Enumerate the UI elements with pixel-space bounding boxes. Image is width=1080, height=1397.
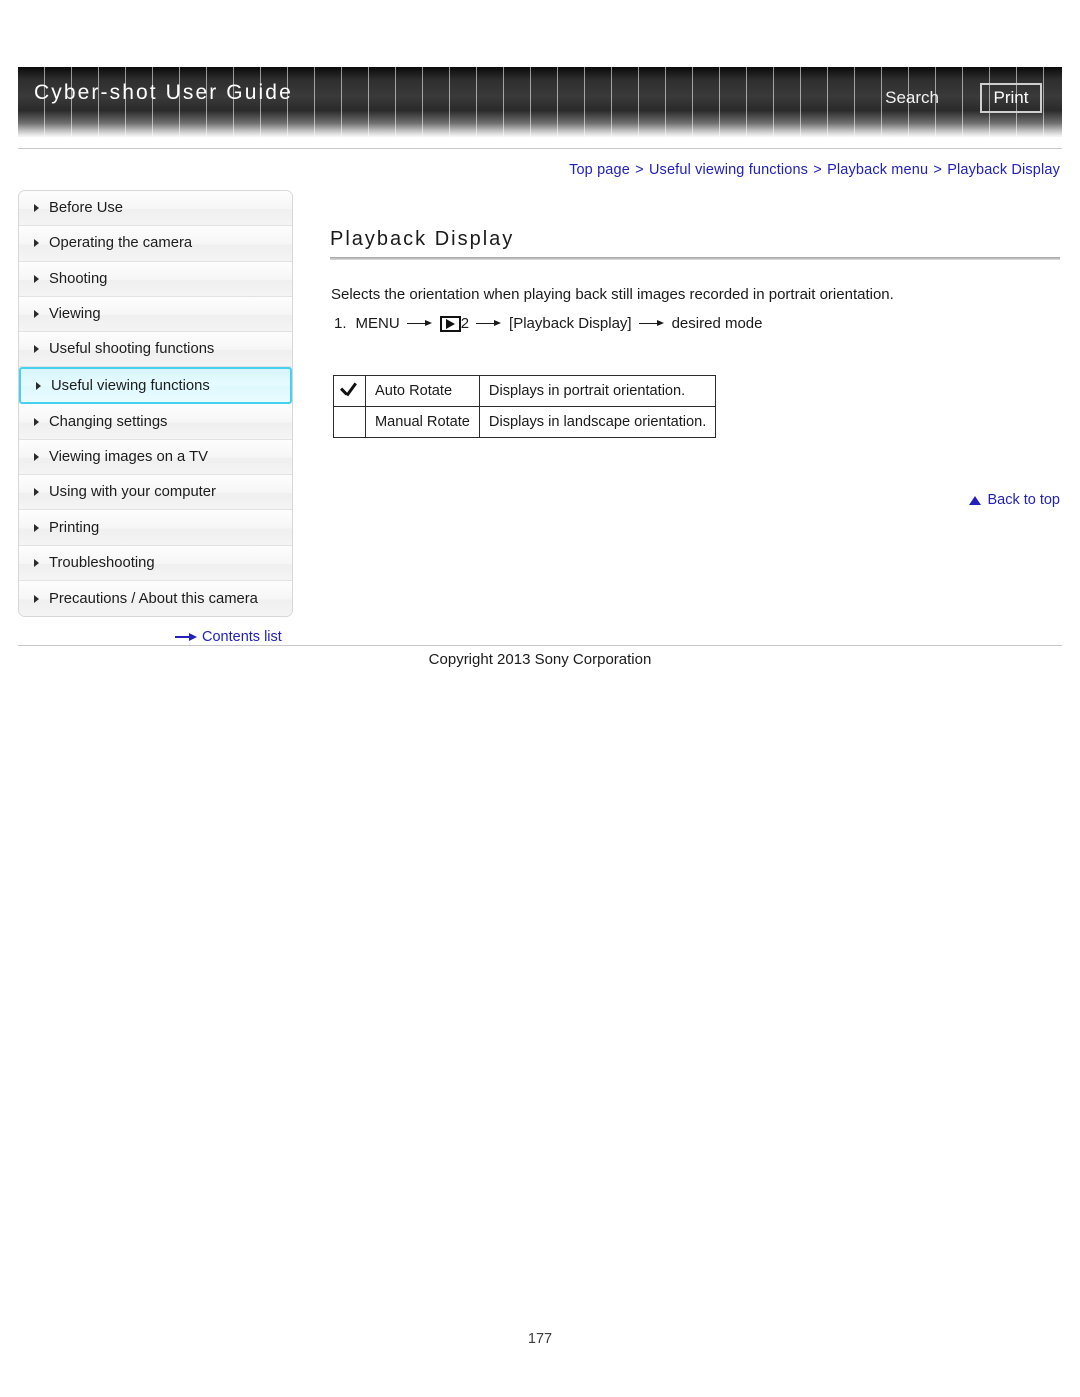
- sidebar-item-label: Useful shooting functions: [49, 341, 215, 358]
- sidebar-item-label: Viewing images on a TV: [49, 448, 209, 465]
- triangle-right-icon: [34, 239, 39, 248]
- header-divider: [18, 148, 1062, 149]
- sidebar-item-precautions-about-this-camera[interactable]: Precautions / About this camera: [19, 580, 292, 617]
- triangle-right-icon: [34, 204, 39, 213]
- triangle-up-icon: [969, 495, 982, 505]
- selected-marker-cell: [333, 406, 366, 438]
- option-name-cell: Manual Rotate: [365, 406, 480, 438]
- check-icon: [340, 381, 359, 397]
- breadcrumb-separator: >: [635, 162, 644, 178]
- triangle-right-icon: [34, 594, 39, 603]
- breadcrumb-item-top-page[interactable]: Top page: [569, 162, 630, 178]
- arrow-right-icon: [476, 319, 502, 329]
- tab-number: 2: [460, 315, 470, 332]
- search-button[interactable]: Search: [885, 88, 939, 108]
- sidebar-item-label: Printing: [49, 519, 100, 536]
- table-row: Auto Rotate Displays in portrait orienta…: [333, 375, 717, 407]
- sidebar-item-shooting[interactable]: Shooting: [19, 261, 292, 297]
- site-title: Cyber-shot User Guide: [34, 81, 293, 104]
- sidebar-item-label: Changing settings: [49, 413, 168, 430]
- triangle-right-icon: [34, 274, 39, 283]
- option-name-cell: Auto Rotate: [365, 375, 480, 407]
- contents-list-link[interactable]: Contents list: [175, 629, 282, 645]
- setting-label: [Playback Display]: [509, 315, 632, 332]
- triangle-right-icon: [34, 452, 39, 461]
- page-number: 177: [527, 1331, 553, 1347]
- back-to-top-link[interactable]: Back to top: [969, 492, 1060, 508]
- sidebar-item-operating-the-camera[interactable]: Operating the camera: [19, 226, 292, 262]
- breadcrumb-item-playback-menu[interactable]: Playback menu: [827, 162, 928, 178]
- footer-divider: [18, 645, 1062, 646]
- sidebar-item-troubleshooting[interactable]: Troubleshooting: [19, 545, 292, 581]
- site-header: Cyber-shot User Guide Search Print: [18, 67, 1062, 137]
- sidebar-item-using-with-your-computer[interactable]: Using with your computer: [19, 475, 292, 511]
- sidebar-navigation: Before Use Operating the camera Shooting…: [18, 190, 293, 618]
- step-number: 1.: [334, 315, 347, 332]
- page-title: Playback Display: [330, 228, 515, 250]
- triangle-right-icon: [34, 417, 39, 426]
- sidebar-item-viewing[interactable]: Viewing: [19, 296, 292, 333]
- breadcrumb-item-playback-display: Playback Display: [947, 162, 1060, 178]
- sidebar-item-viewing-images-on-a-tv[interactable]: Viewing images on a TV: [19, 439, 292, 476]
- triangle-right-icon: [34, 310, 39, 319]
- sidebar-item-useful-shooting-functions[interactable]: Useful shooting functions: [19, 332, 292, 368]
- breadcrumb-separator: >: [813, 162, 822, 178]
- breadcrumb-separator: >: [933, 162, 942, 178]
- sidebar-item-label: Troubleshooting: [49, 554, 155, 571]
- breadcrumb-item-useful-viewing-functions[interactable]: Useful viewing functions: [649, 162, 808, 178]
- sidebar-item-printing[interactable]: Printing: [19, 510, 292, 546]
- sidebar-item-label: Precautions / About this camera: [49, 590, 258, 607]
- intro-paragraph: Selects the orientation when playing bac…: [331, 286, 894, 303]
- copyright-text: Copyright 2013 Sony Corporation: [428, 651, 652, 668]
- option-description-cell: Displays in landscape orientation.: [478, 406, 717, 438]
- table-row: Manual Rotate Displays in landscape orie…: [333, 406, 717, 438]
- print-button[interactable]: Print: [980, 83, 1042, 113]
- triangle-right-icon: [36, 381, 41, 390]
- triangle-right-icon: [34, 523, 39, 532]
- sidebar-item-label: Operating the camera: [49, 235, 193, 252]
- result-label: desired mode: [671, 315, 763, 332]
- step-instruction: 1. MENU 2 [Playback Display] desired mod…: [334, 315, 762, 332]
- arrow-right-icon: [175, 632, 197, 642]
- sidebar-item-label: Viewing: [49, 306, 101, 323]
- play-triangle-icon: [445, 318, 455, 329]
- triangle-right-icon: [34, 558, 39, 567]
- breadcrumb: Top page > Useful viewing functions > Pl…: [569, 162, 1060, 178]
- triangle-right-icon: [34, 345, 39, 354]
- playback-mode-icon: [439, 315, 461, 332]
- sidebar-item-label: Shooting: [49, 270, 108, 287]
- options-table: Auto Rotate Displays in portrait orienta…: [333, 375, 717, 438]
- sidebar-item-changing-settings[interactable]: Changing settings: [19, 404, 292, 440]
- contents-list-label: Contents list: [202, 629, 282, 645]
- sidebar-item-before-use[interactable]: Before Use: [19, 191, 292, 227]
- triangle-right-icon: [34, 488, 39, 497]
- menu-label: MENU: [355, 315, 400, 332]
- arrow-right-icon: [406, 319, 433, 329]
- option-description-cell: Displays in portrait orientation.: [478, 375, 717, 407]
- sidebar-item-label: Using with your computer: [49, 484, 216, 501]
- arrow-right-icon: [638, 319, 665, 329]
- sidebar-item-label: Useful viewing functions: [51, 377, 210, 394]
- sidebar-item-useful-viewing-functions[interactable]: Useful viewing functions: [19, 367, 292, 405]
- selected-marker-cell: [333, 375, 366, 407]
- sidebar-item-label: Before Use: [49, 200, 124, 217]
- title-divider: [330, 257, 1060, 260]
- back-to-top-label: Back to top: [987, 492, 1060, 508]
